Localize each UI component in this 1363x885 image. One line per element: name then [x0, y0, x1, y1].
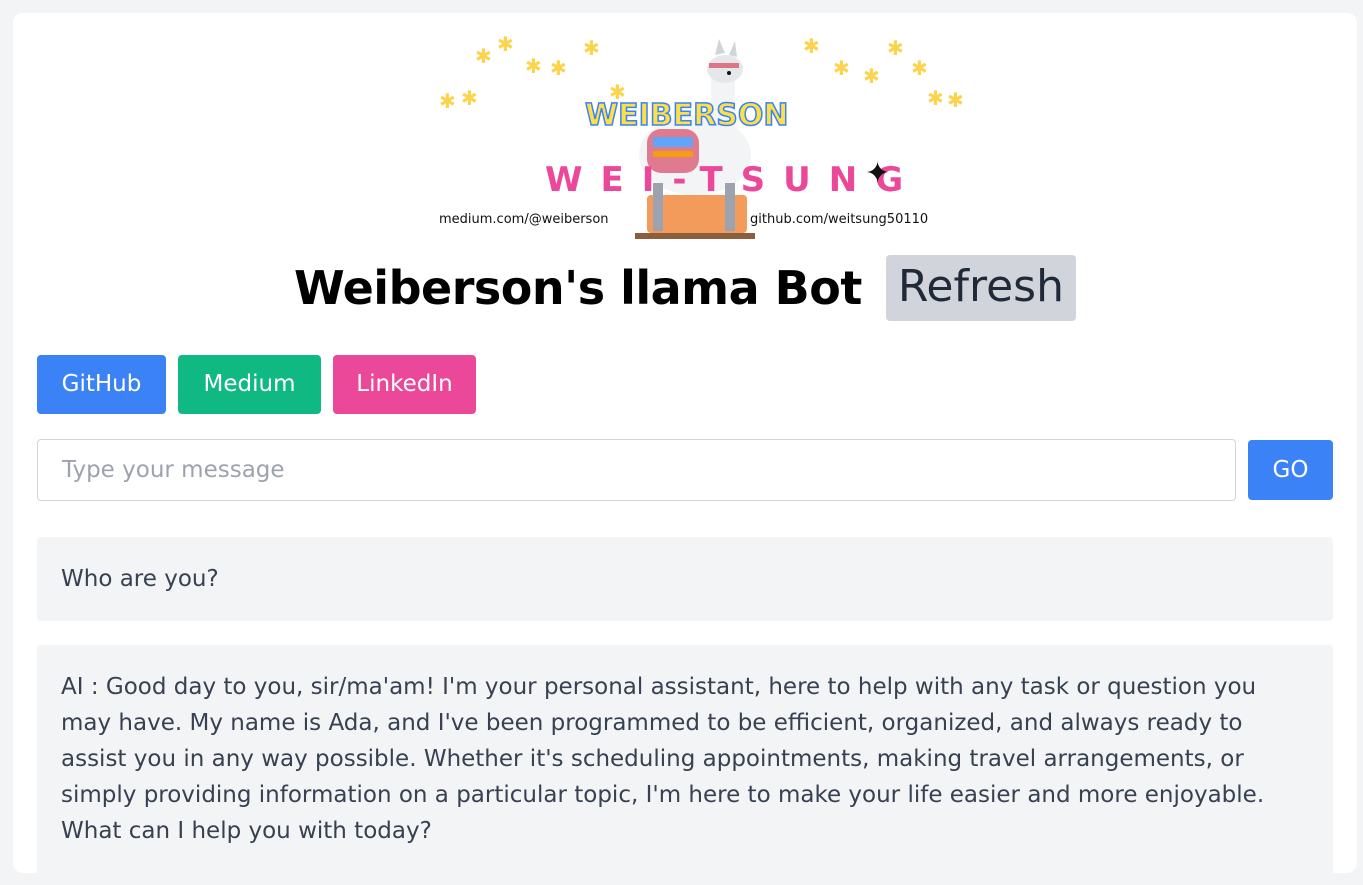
- ai-message: AI : Good day to you, sir/ma'am! I'm you…: [37, 645, 1333, 885]
- linkedin-link-button[interactable]: LinkedIn: [333, 355, 476, 414]
- main-card: ✱ ✱ ✱ ✱ ✱ ✱ ✱ ✱ ✱ ✱ ✱ ✱ ✱ ✱ ✱ WEIBERSON WEI-TSUNG…: [13, 13, 1357, 885]
- svg-text:✱: ✱: [803, 34, 820, 58]
- svg-text:✱: ✱: [525, 54, 542, 78]
- message-input-row: GO: [37, 439, 1333, 501]
- social-links: GitHub Medium LinkedIn: [37, 355, 476, 414]
- svg-text:✱: ✱: [583, 36, 600, 60]
- svg-text:✱: ✱: [887, 36, 904, 60]
- svg-text:✱: ✱: [833, 56, 850, 80]
- refresh-button[interactable]: Refresh: [885, 255, 1076, 321]
- title-row: Weiberson's llama Bot Refresh: [13, 253, 1357, 323]
- svg-text:✱: ✱: [927, 86, 944, 110]
- message-input[interactable]: [37, 439, 1236, 501]
- svg-text:✱: ✱: [461, 86, 478, 110]
- svg-text:✱: ✱: [550, 56, 567, 80]
- banner-github-url: github.com/weitsung50110: [750, 212, 928, 227]
- star-icon: ✦: [865, 156, 890, 191]
- github-link-button[interactable]: GitHub: [37, 355, 166, 414]
- svg-text:✱: ✱: [863, 64, 880, 88]
- svg-text:✱: ✱: [911, 56, 928, 80]
- banner-medium-url: medium.com/@weiberson: [439, 212, 609, 227]
- user-message: Who are you?: [37, 537, 1333, 621]
- svg-text:✱: ✱: [475, 44, 492, 68]
- svg-text:✱: ✱: [439, 89, 456, 113]
- llama-illustration: [635, 39, 755, 239]
- go-button[interactable]: GO: [1248, 440, 1333, 500]
- banner-name-line1: WEIBERSON: [585, 98, 788, 133]
- page-title: Weiberson's llama Bot: [294, 261, 862, 315]
- medium-link-button[interactable]: Medium: [178, 355, 321, 414]
- banner-logo: ✱ ✱✱ ✱✱✱ ✱ ✱ ✱✱ ✱ ✱✱✱ ✱ WEIBERSON WEI-TSUNG…: [439, 33, 964, 239]
- svg-text:✱: ✱: [497, 33, 514, 56]
- svg-text:✱: ✱: [947, 88, 964, 112]
